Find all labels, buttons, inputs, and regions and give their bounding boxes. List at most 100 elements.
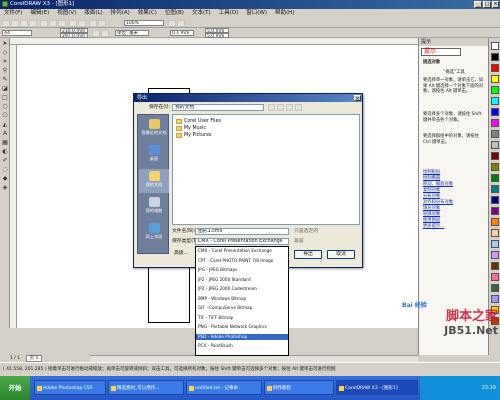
- docker-link[interactable]: 更多提示...: [423, 224, 485, 230]
- smart-fill-icon[interactable]: ◪: [1, 85, 9, 92]
- color-swatch[interactable]: [491, 97, 499, 105]
- paste-icon[interactable]: [58, 20, 66, 27]
- open-icon[interactable]: [11, 20, 19, 27]
- menu-text[interactable]: 文本(T): [188, 9, 215, 18]
- color-swatch[interactable]: [491, 174, 499, 182]
- docker-link[interactable]: 使用图层: [423, 218, 485, 224]
- color-swatch[interactable]: [491, 42, 499, 50]
- color-swatch[interactable]: [491, 64, 499, 72]
- menu-effects[interactable]: 效果(C): [134, 9, 161, 18]
- docker-link[interactable]: 轮廓对象: [423, 212, 485, 218]
- color-swatch[interactable]: [491, 86, 499, 94]
- zoom-level-select[interactable]: 100%: [124, 20, 164, 26]
- taskbar-item[interactable]: Adobe Photoshop CS5: [34, 380, 106, 395]
- filetype-option[interactable]: PSD - Adobe Photoshop: [196, 333, 288, 340]
- taskbar-item-active[interactable]: CorelDRAW X3 - [图形1]: [336, 380, 418, 395]
- export-button[interactable]: 导出: [294, 250, 322, 259]
- place-desktop[interactable]: 桌面: [139, 143, 169, 167]
- menu-bitmaps[interactable]: 位图(B): [161, 9, 188, 18]
- filetype-option[interactable]: PNG - Portable Network Graphics: [196, 324, 288, 330]
- place-my-documents[interactable]: 我的文档: [139, 169, 169, 193]
- list-item[interactable]: My Music: [176, 125, 206, 132]
- undo-icon[interactable]: [69, 20, 77, 27]
- docker-link[interactable]: 绘制矩形: [423, 170, 485, 176]
- save-icon[interactable]: [20, 20, 28, 27]
- units-select[interactable]: 单位: 毫米: [115, 30, 149, 36]
- docker-link[interactable]: 移动、缩放对象: [423, 182, 485, 188]
- color-swatch[interactable]: [491, 251, 499, 259]
- text-tool-icon[interactable]: A: [1, 130, 9, 137]
- color-swatch[interactable]: [491, 262, 499, 270]
- selected-only-checkbox[interactable]: 只是选定的: [294, 229, 318, 235]
- color-swatch[interactable]: [491, 295, 499, 303]
- taskbar-item[interactable]: 精选素材_可以用作...: [108, 380, 184, 395]
- ellipse-tool-icon[interactable]: ○: [1, 103, 9, 110]
- menu-tools[interactable]: 工具(O): [215, 9, 243, 18]
- file-list[interactable]: Corel User Files My Music My Pictures: [172, 114, 360, 225]
- color-swatch[interactable]: [491, 273, 499, 281]
- taskbar-item[interactable]: 制作教程: [264, 380, 334, 395]
- filetype-option[interactable]: BMP - Windows Bitmap: [196, 296, 288, 302]
- docker-link[interactable]: 填充对象: [423, 206, 485, 212]
- menu-window[interactable]: 窗口(W): [242, 9, 271, 18]
- filename-input[interactable]: 图形1.cmx: [195, 228, 289, 235]
- filetype-option[interactable]: CMX - Corel Presentation Exchange: [196, 248, 288, 254]
- view-menu-icon[interactable]: [295, 104, 302, 111]
- color-swatch[interactable]: [491, 108, 499, 116]
- page-tab[interactable]: 页 1: [25, 355, 43, 362]
- color-swatch[interactable]: [491, 130, 499, 138]
- color-swatch[interactable]: [491, 75, 499, 83]
- filetype-option[interactable]: JP2 - JPEG 2000 Codestream: [196, 286, 288, 292]
- taskbar-item[interactable]: untitled.txt - 记事本: [186, 380, 262, 395]
- color-swatch[interactable]: [491, 119, 499, 127]
- rectangle-tool-icon[interactable]: □: [1, 94, 9, 101]
- zoom-icon[interactable]: [168, 20, 176, 27]
- redo-icon[interactable]: [78, 20, 86, 27]
- dialog-close-button[interactable]: ×: [354, 95, 361, 102]
- welcome-icon[interactable]: [177, 20, 185, 27]
- export-icon[interactable]: [98, 20, 106, 27]
- polygon-tool-icon[interactable]: ⬠: [1, 112, 9, 119]
- back-icon[interactable]: [268, 104, 275, 111]
- docker-link[interactable]: 绘制椭圆: [423, 176, 485, 182]
- filetype-option[interactable]: JPG - JPEG Bitmaps: [196, 267, 288, 273]
- freehand-tool-icon[interactable]: ✎: [1, 76, 9, 83]
- list-item[interactable]: Corel User Files: [176, 118, 221, 125]
- place-recent[interactable]: 我最近的文档: [139, 117, 169, 141]
- place-my-computer[interactable]: 我的电脑: [139, 195, 169, 219]
- color-swatch[interactable]: [491, 53, 499, 61]
- close-button[interactable]: ×: [492, 1, 499, 8]
- landscape-icon[interactable]: [101, 30, 109, 37]
- crop-tool-icon[interactable]: ⌗: [1, 58, 9, 65]
- color-swatch[interactable]: [491, 218, 499, 226]
- cancel-button[interactable]: 取消: [327, 250, 355, 259]
- interactive-blend-icon[interactable]: ◐: [1, 148, 9, 155]
- menu-arrange[interactable]: 排列(A): [107, 9, 134, 18]
- color-swatch[interactable]: [491, 163, 499, 171]
- menu-file[interactable]: 文件(F): [0, 9, 26, 18]
- horizontal-scrollbar[interactable]: [90, 355, 418, 362]
- basic-shapes-icon[interactable]: ◭: [1, 121, 9, 128]
- docker-link[interactable]: 对齐和分布对象: [423, 200, 485, 206]
- menu-layout[interactable]: 版面(L): [80, 9, 106, 18]
- color-swatch[interactable]: [491, 196, 499, 204]
- new-folder-icon[interactable]: [286, 104, 293, 111]
- filetype-option[interactable]: TIF - TIFF Bitmap: [196, 315, 288, 321]
- new-icon[interactable]: [2, 20, 10, 27]
- filetype-select[interactable]: CMX - Corel Presentation Exchange: [195, 238, 289, 245]
- filetype-option[interactable]: GIF - CompuServe Bitmap: [196, 305, 288, 311]
- start-button[interactable]: 开始: [0, 376, 30, 400]
- import-icon[interactable]: [89, 20, 97, 27]
- color-swatch[interactable]: [491, 185, 499, 193]
- portrait-icon[interactable]: [92, 30, 100, 37]
- nudge-field[interactable]: 0.1 mm: [170, 30, 194, 36]
- filetype-option[interactable]: CPT - Corel PHOTO-PAINT 7/8 Image: [196, 258, 288, 264]
- fill-tool-icon[interactable]: ◆: [1, 175, 9, 182]
- list-item[interactable]: My Pictures: [176, 132, 212, 139]
- color-swatch[interactable]: [491, 141, 499, 149]
- cut-icon[interactable]: [40, 20, 48, 27]
- table-tool-icon[interactable]: ▦: [1, 139, 9, 146]
- color-swatch[interactable]: [491, 152, 499, 160]
- compat-select[interactable]: 兼容: [294, 239, 304, 245]
- paper-size-select[interactable]: A4: [2, 30, 32, 36]
